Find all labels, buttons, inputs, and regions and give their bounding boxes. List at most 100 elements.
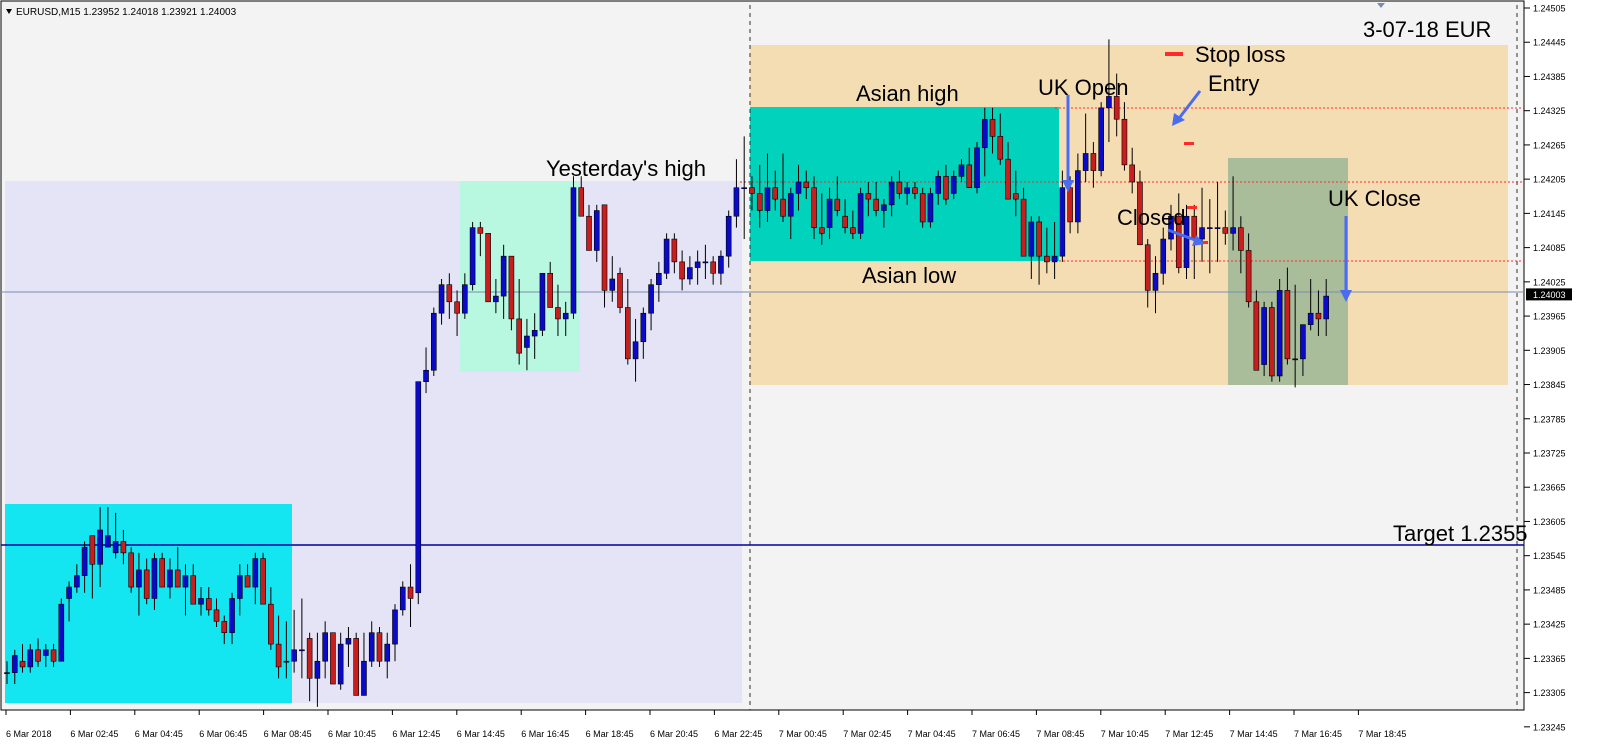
candle-body	[1292, 358, 1298, 361]
time-tick-label: 6 Mar 06:45	[199, 729, 247, 739]
candle-body	[1269, 307, 1275, 377]
price-tick-label: 1.23965	[1533, 312, 1566, 322]
candle-body	[19, 660, 26, 668]
candle-body	[896, 181, 903, 194]
candle-body	[485, 233, 491, 303]
trade-level-marker	[1187, 206, 1197, 209]
time-tick-label: 7 Mar 04:45	[908, 729, 956, 739]
candle-body	[1238, 227, 1244, 251]
price-tick-label: 1.24265	[1533, 140, 1566, 150]
stop-loss-label: Stop loss	[1195, 42, 1286, 67]
candle-body	[159, 558, 165, 588]
candle-body	[252, 558, 259, 588]
candle-body	[826, 198, 833, 228]
price-tick-label: 1.23485	[1533, 585, 1566, 595]
candle-body	[795, 181, 802, 194]
candle-body	[850, 227, 856, 234]
uk-close-label: UK Close	[1328, 186, 1421, 211]
time-axis[interactable]: 6 Mar 2018 6 Mar 02:45 6 Mar 04:45 6 Mar 06…	[5, 710, 1406, 739]
candle-body	[112, 541, 119, 554]
candle-body	[919, 193, 926, 223]
candle-body	[291, 649, 297, 662]
candle-body	[780, 198, 786, 217]
time-tick-label: 6 Mar 08:45	[264, 729, 312, 739]
candle-body	[42, 649, 49, 656]
candle-body	[818, 227, 825, 234]
candle-body	[11, 655, 18, 673]
candle-body	[1098, 107, 1104, 171]
candle-body	[555, 307, 561, 320]
candle-body	[244, 575, 251, 588]
price-tick-label: 1.24025	[1533, 277, 1566, 287]
price-tick-label: 1.24085	[1533, 243, 1566, 253]
candle-body	[229, 598, 235, 633]
candle-body	[1067, 187, 1073, 223]
candle-body	[586, 215, 592, 251]
candle-body	[609, 278, 616, 291]
candle-body	[694, 261, 701, 268]
candle-body	[601, 204, 608, 291]
time-tick-label: 7 Mar 16:45	[1294, 729, 1342, 739]
candle-body	[950, 175, 957, 194]
price-tick-label: 1.23665	[1533, 483, 1566, 493]
candle	[1253, 290, 1260, 371]
candle-body	[741, 187, 748, 190]
candle-body	[1121, 118, 1128, 166]
candle	[927, 187, 934, 228]
previous-asian-session-box	[5, 504, 292, 703]
candle-body	[733, 187, 740, 217]
chart-window[interactable]: 3-07-18 EUR Stop loss Entry UK Open Asia…	[0, 0, 1600, 747]
candle-body	[205, 598, 212, 611]
candle-body	[1261, 307, 1267, 365]
time-tick-label: 7 Mar 00:45	[779, 729, 827, 739]
candle-body	[1082, 153, 1089, 171]
candle-body	[500, 255, 507, 297]
time-tick-label: 7 Mar 08:45	[1036, 729, 1084, 739]
candle-body	[1144, 244, 1151, 291]
candle-body	[384, 643, 391, 662]
time-tick-label: 6 Mar 20:45	[650, 729, 698, 739]
candle-body	[462, 284, 468, 314]
candle-body	[407, 586, 414, 599]
candle-body	[345, 638, 352, 645]
candle-body	[927, 193, 934, 223]
time-tick-label: 6 Mar 22:45	[714, 729, 762, 739]
time-tick-label: 7 Mar 10:45	[1101, 729, 1149, 739]
candle	[376, 626, 383, 667]
candle-body	[1323, 295, 1329, 320]
price-axis[interactable]: 1.24505 1.24445 1.24385 1.24325 1.24265 1.242…	[1524, 4, 1572, 733]
time-tick-label: 6 Mar 18:45	[586, 729, 634, 739]
candle-body	[368, 632, 375, 662]
time-tick-label: 6 Mar 14:45	[457, 729, 505, 739]
candle-body	[275, 643, 282, 668]
target-label: Target 1.2355	[1393, 521, 1528, 546]
price-tick-label: 1.24385	[1533, 72, 1566, 82]
candle-body	[105, 535, 111, 548]
price-tick-label: 1.23365	[1533, 654, 1566, 664]
candle-body	[337, 643, 344, 685]
candle-body	[943, 175, 949, 200]
chart-canvas[interactable]: 3-07-18 EUR Stop loss Entry UK Open Asia…	[0, 0, 1600, 747]
candle-body	[1051, 255, 1058, 263]
candle-body	[283, 660, 290, 663]
candle-body	[981, 118, 988, 149]
candle	[508, 255, 515, 331]
candle-body	[1005, 158, 1011, 200]
yesterdays-high-label: Yesterday's high	[546, 156, 706, 181]
candle	[570, 176, 577, 319]
candle	[857, 187, 864, 240]
candle-body	[1230, 227, 1236, 234]
candle	[58, 598, 65, 662]
candle-body	[1012, 193, 1019, 200]
time-tick-label: 7 Mar 12:45	[1165, 729, 1213, 739]
price-tick-label: 1.23425	[1533, 620, 1566, 630]
candle-body	[454, 301, 460, 314]
candle-body	[1028, 221, 1035, 257]
time-tick-label: 6 Mar 02:45	[70, 729, 118, 739]
price-tick-label: 1.23725	[1533, 448, 1566, 458]
uk-open-label: UK Open	[1038, 75, 1129, 100]
price-tick-label: 1.23245	[1533, 722, 1566, 732]
candle-body	[430, 312, 437, 371]
candle	[353, 632, 360, 696]
candle-body	[687, 267, 693, 280]
